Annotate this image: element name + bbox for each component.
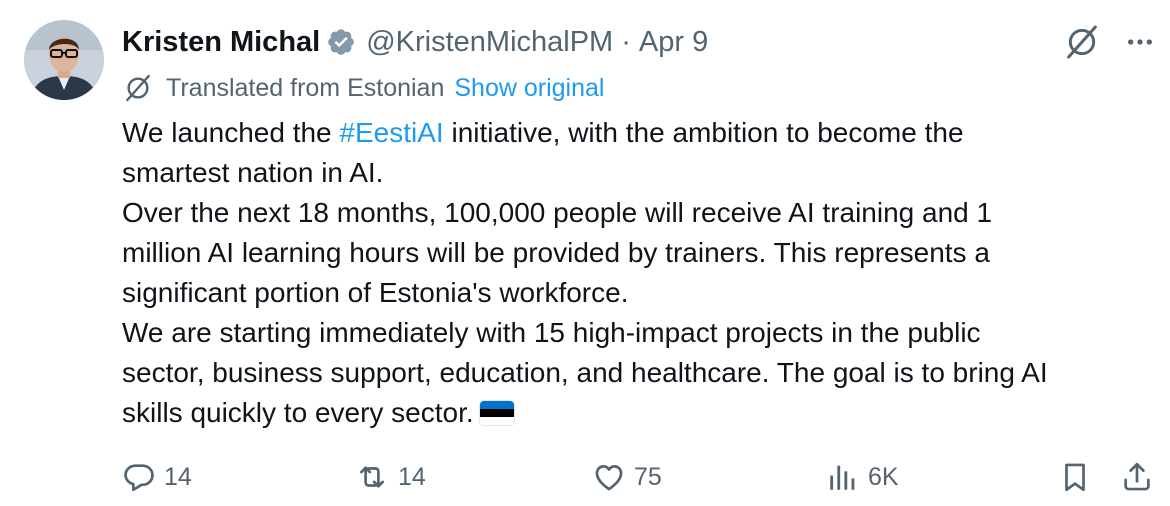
translation-notice: Translated from Estonian Show original: [122, 70, 604, 106]
show-original-link[interactable]: Show original: [454, 74, 604, 103]
author-handle[interactable]: @KristenMichalPM: [366, 26, 613, 59]
repost-count: 14: [398, 462, 426, 491]
tweet-line: skills quickly to every sector.: [122, 393, 1142, 433]
action-bar: 14 14 75 6K: [122, 456, 1156, 498]
views-count: 6K: [868, 462, 899, 491]
like-button[interactable]: 75: [592, 456, 662, 498]
hashtag-link[interactable]: #EestiAI: [339, 117, 443, 148]
tweet-line: million AI learning hours will be provid…: [122, 237, 990, 268]
like-count: 75: [634, 462, 662, 491]
grok-icon[interactable]: [1062, 22, 1102, 62]
estonia-flag-icon: [479, 401, 514, 425]
translated-from-label: Translated from Estonian: [166, 73, 445, 102]
tweet-line: We are starting immediately with 15 high…: [122, 317, 981, 348]
repost-icon: [360, 466, 384, 488]
reply-icon: [124, 464, 154, 492]
bookmark-button[interactable]: [1058, 456, 1092, 498]
handle-row: @KristenMichalPM · Apr 9: [366, 26, 708, 59]
reply-count: 14: [164, 462, 192, 491]
bookmark-icon: [1065, 463, 1085, 492]
author-name[interactable]: Kristen Michal: [122, 26, 320, 59]
avatar-image: [24, 20, 104, 100]
top-actions: [1062, 22, 1156, 62]
separator-dot: ·: [621, 25, 631, 58]
more-icon[interactable]: [1124, 26, 1156, 58]
tweet-line: significant portion of Estonia's workfor…: [122, 277, 629, 308]
share-icon: [1124, 462, 1150, 491]
tweet-line: We launched the #EestiAI initiative, wit…: [122, 117, 964, 148]
tweet-date[interactable]: Apr 9: [639, 26, 708, 59]
translate-icon: [122, 72, 154, 104]
avatar[interactable]: [24, 20, 104, 100]
verified-badge-icon[interactable]: [326, 27, 356, 57]
tweet-line: Over the next 18 months, 100,000 people …: [122, 197, 993, 228]
share-button[interactable]: [1120, 456, 1154, 498]
reply-button[interactable]: 14: [122, 456, 192, 498]
repost-button[interactable]: 14: [354, 456, 426, 498]
tweet-header: Kristen Michal @KristenMichalPM · Apr 9: [122, 22, 708, 62]
tweet-text: We launched the #EestiAI initiative, wit…: [122, 113, 1142, 433]
views-button[interactable]: 6K: [826, 456, 899, 498]
tweet-line: smartest nation in AI.: [122, 157, 384, 188]
views-icon: [830, 465, 855, 490]
like-icon: [595, 465, 623, 491]
tweet-line: sector, business support, education, and…: [122, 357, 1048, 388]
